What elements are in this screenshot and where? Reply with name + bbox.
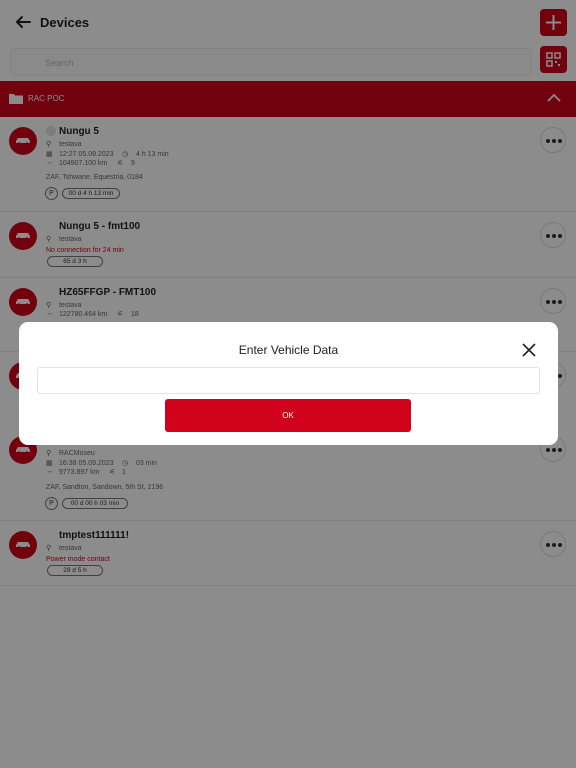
vehicle-data-input[interactable] — [37, 367, 540, 394]
close-icon[interactable] — [521, 342, 537, 358]
dialog-title: Enter Vehicle Data — [238, 343, 339, 357]
ok-button[interactable]: OK — [165, 399, 411, 432]
vehicle-data-dialog: Enter Vehicle Data OK — [19, 322, 558, 445]
